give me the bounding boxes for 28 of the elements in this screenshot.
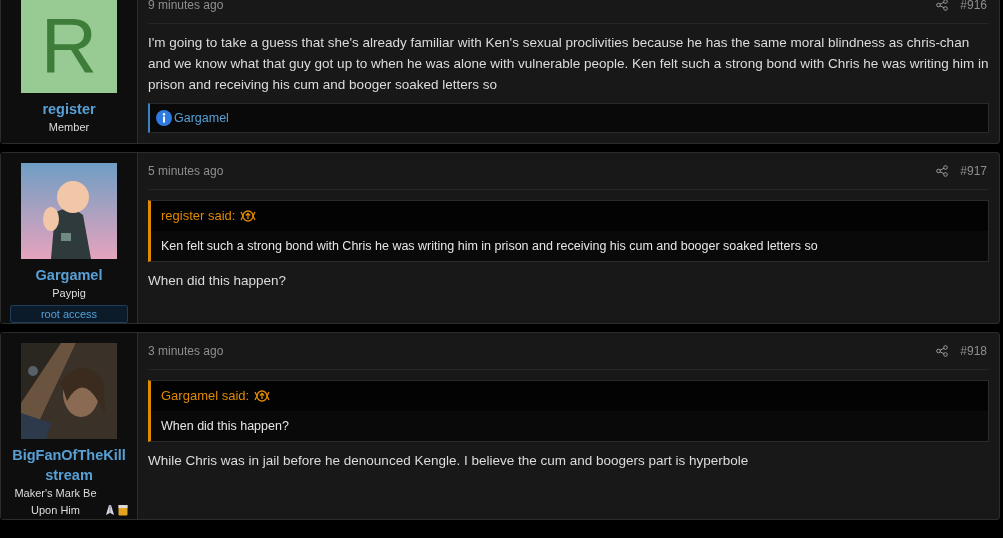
post-time[interactable]: 5 minutes ago (148, 162, 224, 180)
post-body: I'm going to take a guess that she's already familiar with Ken's sexual proclivities because he has the same moral blindness as chris-chan and we know what that guy got up to when he was alone with vulnerable people. Ken felt such a strong bond with Chris he was writing him in prison and receiving his cum and booger soaked letters so (148, 34, 989, 94)
post-number[interactable]: #917 (960, 162, 987, 180)
username-link[interactable]: Gargamel (9, 265, 129, 285)
jump-to-quote-icon[interactable] (239, 209, 258, 223)
user-title: Paypig (52, 286, 86, 301)
post-body: While Chris was in jail before he denounced Kengle. I believe the cum and boogers part is hyperbole (148, 452, 750, 470)
quote-attribution[interactable]: Gargamel said: (161, 386, 250, 406)
post-number[interactable]: #918 (960, 342, 987, 360)
user-title: Maker's Mark Be Upon Him (13, 486, 98, 518)
quote-text: Ken felt such a strong bond with Chris he was writing him in prison and receiving his cum and booger soaked letters so (160, 238, 819, 255)
jump-to-quote-icon[interactable] (253, 389, 272, 403)
user-title: Member (48, 120, 90, 135)
username-link[interactable]: BigFanOfTheKill stream (9, 445, 129, 485)
quote-text: When did this happen? (160, 418, 290, 435)
user-banner: root access (10, 305, 128, 323)
share-icon[interactable] (936, 345, 949, 357)
share-icon[interactable] (936, 165, 949, 177)
post-time[interactable]: 3 minutes ago (148, 342, 224, 360)
username-link[interactable]: register (9, 99, 129, 119)
reaction-user-link[interactable]: Gargamel (174, 108, 229, 128)
share-icon[interactable] (936, 0, 949, 11)
quote-attribution[interactable]: register said: (161, 206, 236, 226)
post-body: When did this happen? (148, 272, 288, 290)
post-time[interactable]: 9 minutes ago (148, 0, 224, 14)
post-number[interactable]: #916 (960, 0, 987, 14)
glass-icon (117, 504, 128, 516)
info-icon (156, 110, 172, 126)
